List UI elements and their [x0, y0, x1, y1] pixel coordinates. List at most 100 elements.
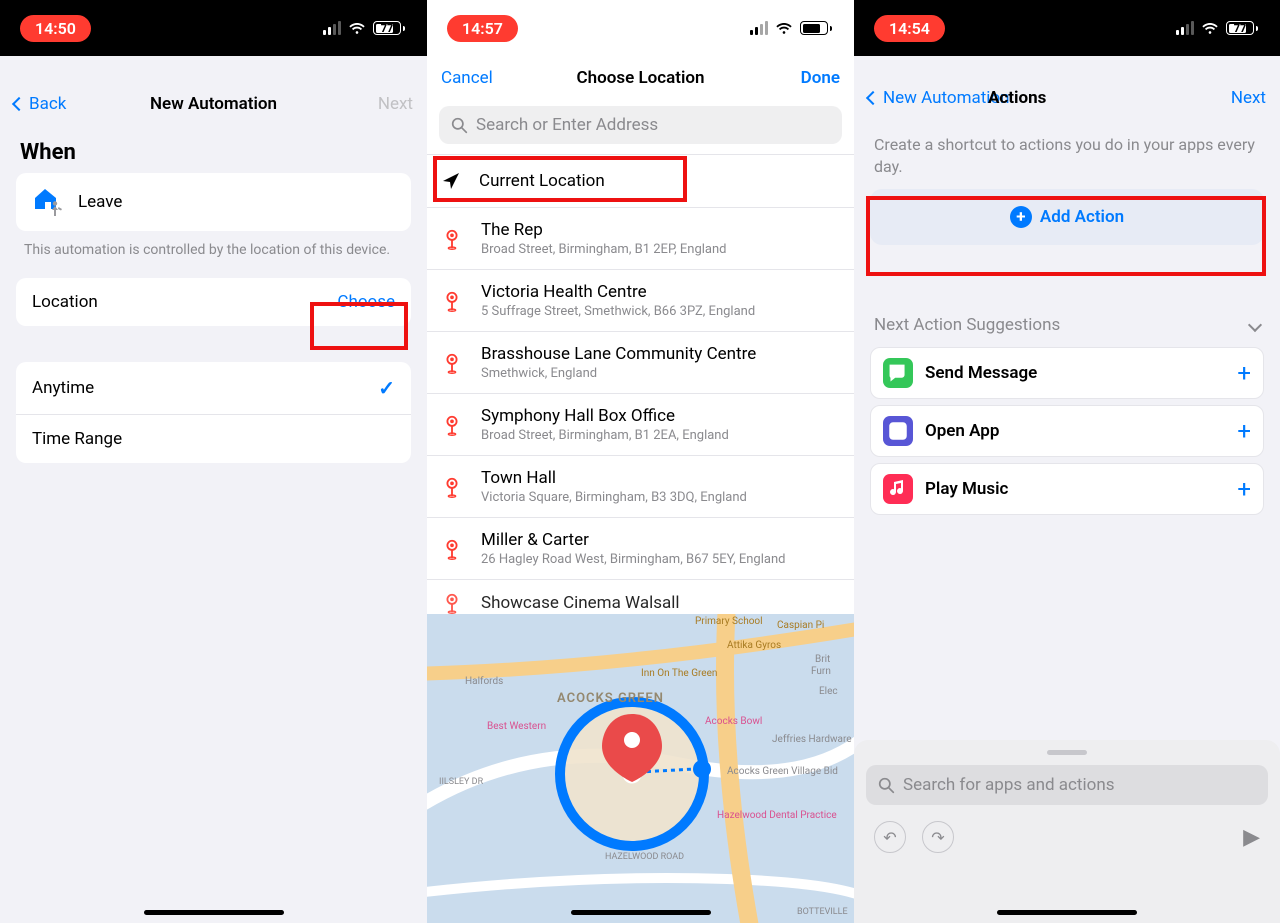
home-indicator[interactable]	[997, 910, 1137, 915]
help-text: Create a shortcut to actions you do in y…	[854, 120, 1280, 189]
location-row[interactable]: Location Choose	[16, 278, 411, 326]
location-address: 26 Hagley Road West, Birmingham, B67 5EY…	[481, 552, 840, 567]
redo-button[interactable]: ↷	[922, 821, 954, 853]
search-field[interactable]: Search or Enter Address	[439, 106, 842, 144]
add-suggestion-button[interactable]: +	[1237, 475, 1251, 503]
svg-text:Hazelwood Dental Practice: Hazelwood Dental Practice	[717, 810, 837, 821]
app-icon	[883, 416, 913, 446]
nav-title: New Automation	[94, 94, 333, 114]
nav-bar: Back New Automation Next	[0, 82, 427, 126]
chevron-down-icon	[1248, 318, 1262, 332]
nav-bar: New Automation Actions Next	[854, 76, 1280, 120]
bottom-sheet[interactable]: Search for apps and actions ↶ ↷ ▶	[854, 740, 1280, 923]
svg-text:Elec: Elec	[819, 686, 838, 697]
panel-actions: 14:54 77 New Automation Actions Next Cre…	[854, 0, 1280, 923]
map[interactable]: ACOCKS GREEN Halfords Best Western Inn O…	[427, 614, 854, 923]
location-row[interactable]: The Rep Broad Street, Birmingham, B1 2EP…	[427, 208, 854, 270]
svg-text:Acocks Green Village Bid: Acocks Green Village Bid	[727, 766, 838, 777]
back-button[interactable]: Back	[14, 94, 94, 114]
pin-icon	[441, 414, 463, 436]
svg-text:Jeffries Hardware: Jeffries Hardware	[772, 733, 852, 745]
pin-icon	[441, 476, 463, 498]
suggestion-label: Open App	[925, 421, 1225, 441]
location-card: Location Choose	[16, 278, 411, 326]
add-action-label: Add Action	[1040, 207, 1124, 227]
next-button[interactable]: Next	[1186, 88, 1266, 108]
undo-button[interactable]: ↶	[874, 821, 906, 853]
location-name: Showcase Cinema Walsall	[481, 593, 840, 613]
battery-icon: 76	[800, 21, 832, 35]
next-button[interactable]: Next	[333, 94, 413, 114]
suggestion-card[interactable]: Play Music +	[870, 463, 1264, 515]
nav-title: Actions	[988, 88, 1186, 108]
svg-text:IILSLEY DR: IILSLEY DR	[439, 777, 484, 787]
chevron-left-icon	[866, 91, 880, 105]
location-row[interactable]: Showcase Cinema Walsall	[427, 580, 854, 614]
add-action-button[interactable]: + Add Action	[870, 189, 1264, 245]
timerange-row[interactable]: Time Range	[16, 414, 411, 463]
svg-text:Acocks Bowl: Acocks Bowl	[705, 716, 762, 727]
status-time: 14:57	[447, 15, 518, 42]
location-name: Town Hall	[481, 468, 840, 488]
location-address: Broad Street, Birmingham, B1 2EP, Englan…	[481, 242, 840, 257]
svg-text:Inn On The Green: Inn On The Green	[641, 668, 717, 679]
add-suggestion-button[interactable]: +	[1237, 417, 1251, 445]
location-row[interactable]: Brasshouse Lane Community Centre Smethwi…	[427, 332, 854, 394]
anytime-label: Anytime	[32, 378, 94, 398]
sheet-controls: ↶ ↷ ▶	[866, 805, 1268, 853]
location-arrow-icon	[441, 171, 461, 191]
when-header: When	[0, 126, 427, 173]
battery-icon: 77	[1226, 21, 1258, 35]
suggestion-card[interactable]: Open App +	[870, 405, 1264, 457]
location-row[interactable]: Symphony Hall Box Office Broad Street, B…	[427, 394, 854, 456]
svg-text:Caspian Pi: Caspian Pi	[777, 620, 824, 631]
leave-label: Leave	[78, 192, 122, 212]
wifi-icon	[1201, 21, 1219, 35]
location-address: 5 Suffrage Street, Smethwick, B66 3PZ, E…	[481, 304, 840, 319]
current-location-row[interactable]: Current Location	[427, 155, 854, 208]
anytime-row[interactable]: Anytime ✓	[16, 362, 411, 414]
svg-text:Primary School: Primary School	[695, 616, 763, 627]
search-placeholder: Search or Enter Address	[476, 115, 658, 135]
pin-icon	[441, 228, 463, 250]
nav-title: Choose Location	[521, 68, 760, 88]
location-address: Victoria Square, Birmingham, B3 3DQ, Eng…	[481, 490, 840, 505]
location-row[interactable]: Miller & Carter 26 Hagley Road West, Bir…	[427, 518, 854, 580]
done-button[interactable]: Done	[760, 68, 840, 88]
sheet-grabber[interactable]	[1047, 750, 1087, 755]
svg-text:ACOCKS GREEN: ACOCKS GREEN	[557, 691, 664, 706]
wifi-icon	[775, 21, 793, 35]
panel-new-automation: 14:50 77 Back New Automation Next When L	[0, 0, 427, 923]
checkmark-icon: ✓	[378, 376, 395, 400]
location-row[interactable]: Town Hall Victoria Square, Birmingham, B…	[427, 456, 854, 518]
sheet-search-field[interactable]: Search for apps and actions	[866, 765, 1268, 805]
svg-text:HAZELWOOD ROAD: HAZELWOOD ROAD	[605, 852, 684, 862]
search-icon	[878, 777, 895, 794]
home-indicator[interactable]	[571, 910, 711, 915]
status-time: 14:50	[20, 15, 91, 42]
run-button[interactable]: ▶	[1243, 825, 1260, 850]
status-time: 14:54	[874, 15, 945, 42]
search-icon	[451, 117, 468, 134]
suggestion-list: Send Message + Open App + Play Music +	[854, 347, 1280, 515]
leave-row[interactable]: Leave	[16, 173, 411, 231]
add-suggestion-button[interactable]: +	[1237, 359, 1251, 387]
leave-card: Leave	[16, 173, 411, 231]
signal-icon	[750, 21, 768, 35]
app-icon	[883, 358, 913, 388]
location-note: This automation is controlled by the loc…	[0, 231, 427, 278]
leave-home-icon	[32, 187, 64, 217]
suggestion-label: Send Message	[925, 363, 1225, 383]
battery-icon: 77	[373, 21, 405, 35]
svg-text:BOTTEVILLE: BOTTEVILLE	[797, 907, 848, 917]
svg-text:Brit: Brit	[815, 654, 830, 665]
cancel-button[interactable]: Cancel	[441, 68, 521, 88]
svg-text:Furn: Furn	[811, 666, 831, 677]
suggestions-header[interactable]: Next Action Suggestions	[854, 315, 1280, 341]
suggestion-card[interactable]: Send Message +	[870, 347, 1264, 399]
choose-button[interactable]: Choose	[337, 292, 395, 312]
location-row[interactable]: Victoria Health Centre 5 Suffrage Street…	[427, 270, 854, 332]
location-name: Victoria Health Centre	[481, 282, 840, 302]
status-bar: 14:54 77	[854, 0, 1280, 56]
home-indicator[interactable]	[144, 910, 284, 915]
